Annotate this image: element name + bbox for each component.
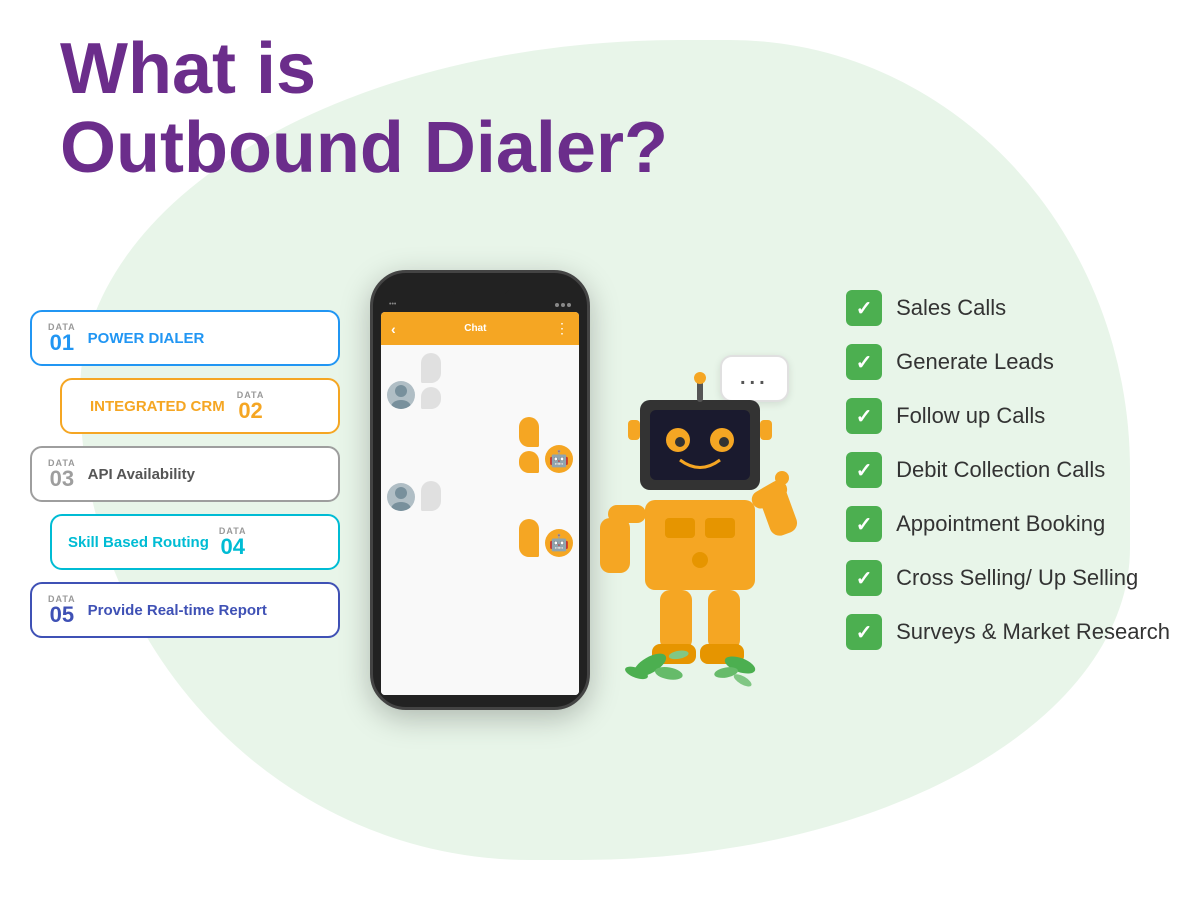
phone-screen: ‹ Chat ⋮ bbox=[381, 312, 579, 695]
check-mark-2: ✓ bbox=[856, 350, 873, 375]
check-label-1: Sales Calls bbox=[896, 295, 1006, 321]
robot-arm-lower-left bbox=[600, 518, 630, 573]
title-line2: Outbound Dialer? bbox=[60, 109, 668, 188]
check-box-6: ✓ bbox=[846, 560, 882, 596]
check-box-5: ✓ bbox=[846, 506, 882, 542]
robot-body-panel-left bbox=[665, 518, 695, 538]
data-badge-1: DATA 01 bbox=[48, 322, 76, 354]
chat-row-3 bbox=[387, 481, 573, 511]
card-text-1: POWER DIALER bbox=[88, 330, 205, 347]
robot-body-center bbox=[692, 552, 708, 568]
chat-bubbles-1 bbox=[421, 353, 441, 409]
robot-leg-right bbox=[708, 590, 740, 650]
robot-pupil-left bbox=[675, 437, 685, 447]
checklist: ✓ Sales Calls ✓ Generate Leads ✓ Follow … bbox=[846, 290, 1170, 650]
robot-pupil-right bbox=[719, 437, 729, 447]
robot-illustration bbox=[590, 370, 810, 720]
feature-card-5: DATA 05 Provide Real-time Report bbox=[30, 582, 340, 638]
chat-avatar-person-1 bbox=[387, 381, 415, 409]
title-block: What is Outbound Dialer? bbox=[60, 30, 668, 188]
data-badge-3: DATA 03 bbox=[48, 458, 76, 490]
check-mark-4: ✓ bbox=[856, 458, 873, 483]
feature-card-3: DATA 03 API Availability bbox=[30, 446, 340, 502]
data-badge-2b: DATA 02 bbox=[237, 390, 265, 422]
chat-bubbles-3 bbox=[421, 481, 441, 511]
chat-row-4: 🤖 bbox=[387, 519, 573, 557]
check-label-4: Debit Collection Calls bbox=[896, 457, 1105, 483]
card-text-3: API Availability bbox=[88, 466, 195, 483]
check-mark-5: ✓ bbox=[856, 512, 873, 537]
data-badge-4: DATA 04 bbox=[219, 526, 247, 558]
chat-bubbles-4 bbox=[519, 519, 539, 557]
card-text-4: Skill Based Routing bbox=[68, 534, 209, 551]
check-label-7: Surveys & Market Research bbox=[896, 619, 1170, 645]
check-mark-7: ✓ bbox=[856, 620, 873, 645]
title-line1: What is bbox=[60, 30, 668, 109]
chat-avatar-robot-1: 🤖 bbox=[545, 445, 573, 473]
robot-screen bbox=[650, 410, 750, 480]
chat-avatar-person-2 bbox=[387, 483, 415, 511]
phone-body: ••• ‹ Chat ⋮ bbox=[370, 270, 590, 710]
check-label-3: Follow up Calls bbox=[896, 403, 1045, 429]
robot-ear-left bbox=[628, 420, 640, 440]
data-badge-5: DATA 05 bbox=[48, 594, 76, 626]
robot-body-panel-right bbox=[705, 518, 735, 538]
main-content: What is Outbound Dialer? DATA 01 POWER D… bbox=[0, 0, 1200, 900]
check-item-1: ✓ Sales Calls bbox=[846, 290, 1170, 326]
check-mark-6: ✓ bbox=[856, 566, 873, 591]
check-mark-3: ✓ bbox=[856, 404, 873, 429]
check-box-2: ✓ bbox=[846, 344, 882, 380]
card-text-5: Provide Real-time Report bbox=[88, 602, 267, 619]
check-label-2: Generate Leads bbox=[896, 349, 1054, 375]
robot-arm-lower-right bbox=[756, 482, 799, 539]
phone-mockup: ••• ‹ Chat ⋮ bbox=[370, 270, 590, 710]
robot-ear-right bbox=[760, 420, 772, 440]
robot-leg-left bbox=[660, 590, 692, 650]
check-box-1: ✓ bbox=[846, 290, 882, 326]
phone-notch bbox=[450, 285, 510, 295]
check-box-4: ✓ bbox=[846, 452, 882, 488]
check-item-5: ✓ Appointment Booking bbox=[846, 506, 1170, 542]
robot-hand-right bbox=[775, 471, 789, 485]
phone-status-bar: ••• bbox=[381, 301, 579, 312]
card-text-2: INTEGRATED CRM bbox=[90, 398, 225, 415]
check-item-3: ✓ Follow up Calls bbox=[846, 398, 1170, 434]
chat-row-1 bbox=[387, 353, 573, 409]
robot-antenna-tip bbox=[694, 372, 706, 384]
feature-card-2: INTEGRATED CRM DATA 02 bbox=[60, 378, 340, 434]
left-feature-cards: DATA 01 POWER DIALER INTEGRATED CRM DATA… bbox=[30, 310, 340, 638]
check-item-4: ✓ Debit Collection Calls bbox=[846, 452, 1170, 488]
check-mark-1: ✓ bbox=[856, 296, 873, 321]
feature-card-1: DATA 01 POWER DIALER bbox=[30, 310, 340, 366]
phone-header: ‹ Chat ⋮ bbox=[381, 312, 579, 345]
check-box-3: ✓ bbox=[846, 398, 882, 434]
chat-avatar-robot-2: 🤖 bbox=[545, 529, 573, 557]
chat-row-2: 🤖 bbox=[387, 417, 573, 473]
check-item-2: ✓ Generate Leads bbox=[846, 344, 1170, 380]
check-label-5: Appointment Booking bbox=[896, 511, 1105, 537]
chat-bubbles-2 bbox=[519, 417, 539, 473]
check-label-6: Cross Selling/ Up Selling bbox=[896, 565, 1138, 591]
robot-body bbox=[645, 500, 755, 590]
chat-area: 🤖 bbox=[381, 345, 579, 695]
check-item-7: ✓ Surveys & Market Research bbox=[846, 614, 1170, 650]
robot-svg bbox=[590, 370, 810, 720]
check-box-7: ✓ bbox=[846, 614, 882, 650]
check-item-6: ✓ Cross Selling/ Up Selling bbox=[846, 560, 1170, 596]
feature-card-4: Skill Based Routing DATA 04 bbox=[50, 514, 340, 570]
